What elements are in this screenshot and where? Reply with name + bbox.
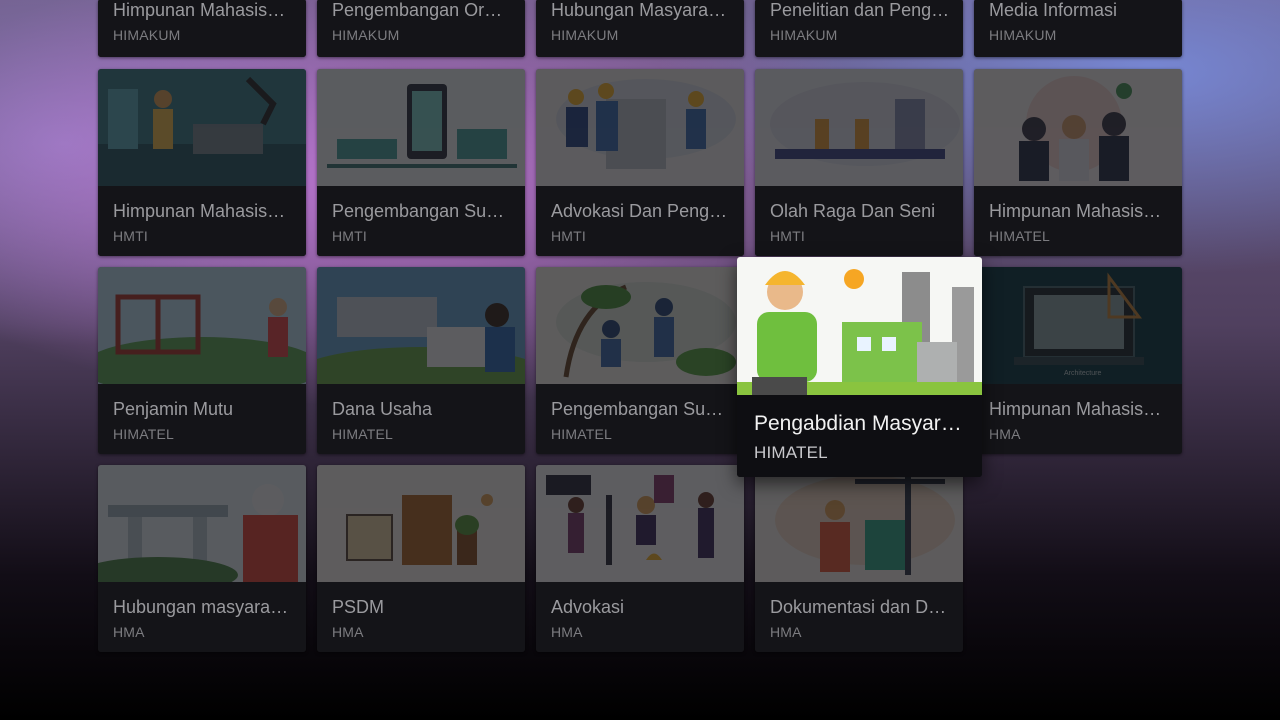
card-org: HIMATEL — [113, 426, 175, 442]
program-card[interactable]: Hubungan Masyarakat HIMAKUM — [536, 0, 744, 57]
card-org: HMA — [770, 624, 802, 640]
card-title: Media Informasi — [989, 0, 1118, 20]
card-title: Penjamin Mutu — [113, 399, 234, 419]
card-title: Dana Usaha — [332, 399, 433, 419]
crane-site-icon — [755, 465, 963, 582]
card-title: Pengembangan Organisasi — [332, 0, 512, 20]
program-card[interactable]: Architecture Himpunan Mahasiswa Arsitekt… — [974, 267, 1182, 454]
program-grid: Himpunan Mahasiswa Konstruksi HIMAKUM Pen… — [0, 0, 1280, 720]
card-org: HMTI — [332, 228, 368, 244]
card-title: Olah Raga Dan Seni — [770, 201, 936, 221]
card-org: HMTI — [113, 228, 149, 244]
architecture-icon: Architecture — [974, 267, 1182, 384]
card-title: Hubungan Masyarakat — [551, 0, 731, 20]
card-org: HMTI — [551, 228, 587, 244]
card-title: Himpunan Mahasiswa Konstruksi — [113, 0, 293, 20]
program-card[interactable]: Himpunan Mahasiswa Teknik Lingkungan HIMA… — [974, 69, 1182, 256]
card-org: HMA — [332, 624, 364, 640]
card-title: Pengembangan Sumber Daya — [332, 201, 512, 221]
card-title: Himpunan Mahasiswa Arsitektur — [989, 399, 1169, 419]
bridge-engineer-icon — [98, 465, 306, 582]
card-org: HIMATEL — [332, 426, 394, 442]
program-card[interactable]: Penelitian dan Pengembangan HIMAKUM — [755, 0, 963, 57]
card-org: HIMAKUM — [113, 27, 181, 43]
program-card[interactable]: Media Informasi HIMAKUM — [974, 0, 1182, 57]
card-org: HIMAKUM — [989, 27, 1057, 43]
card-title: Advokasi Dan Pengabdian — [551, 201, 731, 221]
program-card[interactable]: Advokasi Dan Pengabdian HMTI — [536, 69, 744, 256]
program-card[interactable]: Himpunan Mahasiswa Konstruksi HIMAKUM — [98, 0, 306, 57]
card-org: HIMATEL — [551, 426, 613, 442]
card-title: Himpunan Mahasiswa Teknik Lingkungan — [989, 201, 1169, 221]
factory-robot-icon — [98, 69, 306, 186]
survey-tools-icon — [536, 465, 744, 582]
engineer-blueprint-icon — [317, 267, 525, 384]
card-title: Penelitian dan Pengembangan — [770, 0, 950, 20]
card-org: HMA — [113, 624, 145, 640]
assembly-line-icon — [755, 69, 963, 186]
mobile-factory-icon — [317, 69, 525, 186]
city-model-icon — [317, 465, 525, 582]
program-card[interactable]: Penjamin Mutu HIMATEL — [98, 267, 306, 454]
card-title: Hubungan masyarakat — [113, 597, 293, 617]
program-card[interactable]: Dana Usaha HIMATEL — [317, 267, 525, 454]
program-card[interactable]: Pengembangan Organisasi HIMAKUM — [317, 0, 525, 57]
environment-team-icon — [974, 69, 1182, 186]
card-title: Himpunan Mahasiswa Teknik Industri — [113, 201, 293, 221]
card-title: Dokumentasi dan Desain — [770, 597, 950, 617]
program-card[interactable]: Hubungan masyarakat HMA — [98, 465, 306, 652]
program-card-focused[interactable]: Pengabdian Masyarakat HIMATEL — [737, 257, 982, 477]
building-site-icon — [98, 267, 306, 384]
card-title: Pengabdian Masyarakat — [754, 412, 964, 435]
planting-icon — [536, 267, 744, 384]
program-card[interactable]: Advokasi HMA — [536, 465, 744, 652]
program-card[interactable]: Pengembangan Sumber Daya HMTI — [317, 69, 525, 256]
thumb-caption: Architecture — [1064, 370, 1101, 377]
card-org: HIMAKUM — [551, 27, 619, 43]
card-org: HIMAKUM — [332, 27, 400, 43]
program-card[interactable]: Dokumentasi dan Desain HMA — [755, 465, 963, 652]
card-org: HMTI — [770, 228, 806, 244]
card-org: HIMAKUM — [770, 27, 838, 43]
program-card[interactable]: PSDM HMA — [317, 465, 525, 652]
card-org: HIMATEL — [989, 228, 1051, 244]
card-org: HMA — [551, 624, 583, 640]
card-title: PSDM — [332, 597, 385, 617]
green-factory-icon — [737, 257, 982, 395]
card-org: HMA — [989, 426, 1021, 442]
program-card[interactable]: Himpunan Mahasiswa Teknik Industri HMTI — [98, 69, 306, 256]
program-card[interactable]: Pengembangan Sumber Daya HIMATEL — [536, 267, 744, 454]
card-title: Advokasi — [551, 597, 625, 617]
construction-workers-icon — [536, 69, 744, 186]
program-card[interactable]: Olah Raga Dan Seni HMTI — [755, 69, 963, 256]
card-title: Pengembangan Sumber Daya — [551, 399, 731, 419]
card-org: HIMATEL — [754, 443, 828, 462]
